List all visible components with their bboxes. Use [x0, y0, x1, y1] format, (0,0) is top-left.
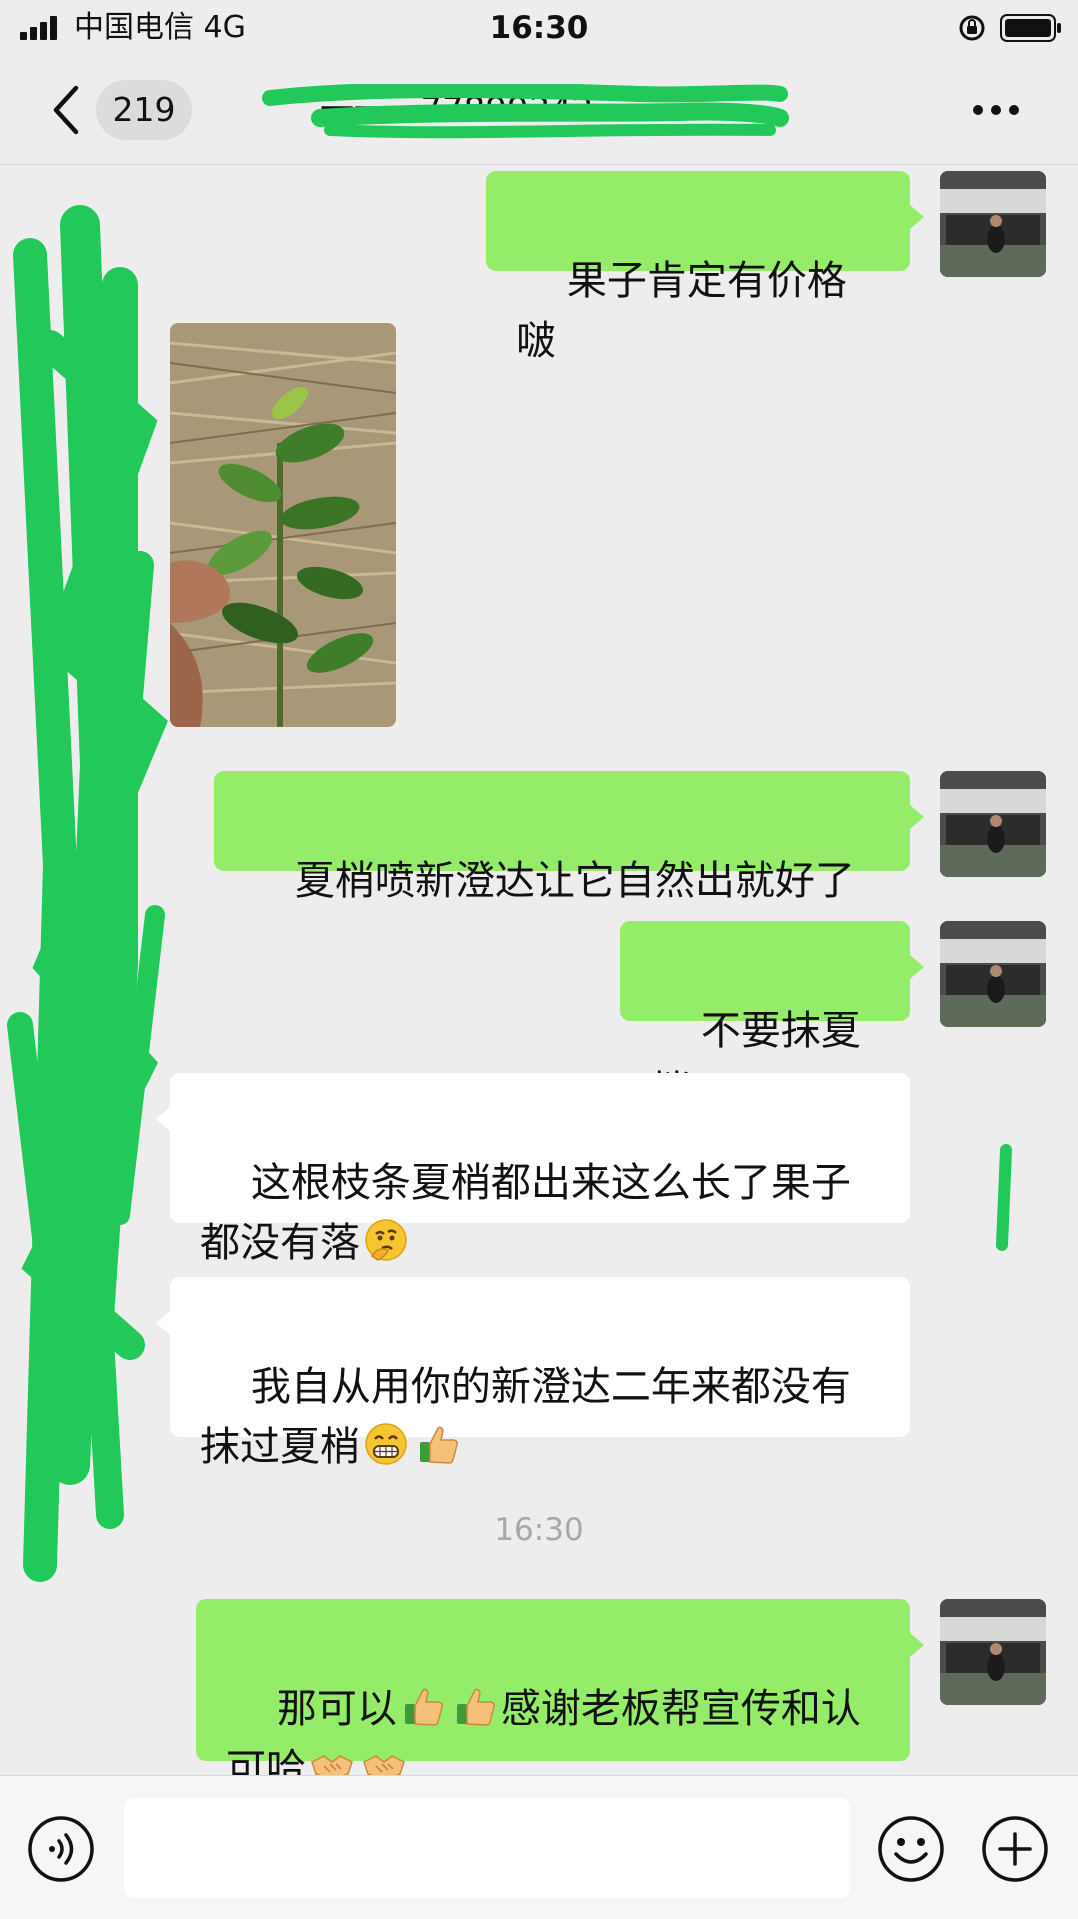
time-divider: 16:30 — [494, 1512, 584, 1548]
status-bar: 中国电信 4G 16:30 — [0, 0, 1078, 56]
unread-count-badge[interactable]: 219 — [96, 80, 192, 140]
thumbs-up-emoji-icon — [404, 1688, 443, 1726]
message-text: 感谢老板帮宣传和认 — [500, 1686, 861, 1732]
message-input[interactable] — [124, 1798, 850, 1898]
image-message[interactable] — [170, 323, 396, 727]
chat-header: 219 一一...77899342 — [0, 56, 1078, 165]
voice-input-icon[interactable] — [26, 1814, 96, 1884]
message-bubble-incoming[interactable]: 我自从用你的新澄达二年来都没有抹过夏梢 — [156, 1277, 910, 1470]
thinking-emoji-icon — [365, 1219, 407, 1261]
avatar[interactable] — [940, 171, 1046, 277]
grin-emoji-icon — [365, 1423, 407, 1465]
message-bubble-outgoing[interactable]: 不要抹夏梢 — [620, 921, 924, 1114]
avatar[interactable] — [940, 921, 1046, 1027]
message-text: 抹过夏梢 — [200, 1424, 360, 1470]
avatar[interactable] — [940, 1599, 1046, 1705]
message-bubble-outgoing[interactable]: 夏梢喷新澄达让它自然出就好了 — [214, 771, 924, 904]
title-redaction-scribble — [262, 84, 789, 139]
message-text: 夏梢喷新澄达让它自然出就好了 — [294, 858, 855, 904]
thumbs-up-emoji-icon — [420, 1426, 458, 1464]
more-actions-plus-icon[interactable] — [980, 1814, 1050, 1884]
battery-icon — [1000, 14, 1061, 42]
avatar[interactable] — [940, 771, 1046, 877]
status-time: 16:30 — [489, 10, 589, 46]
thumbs-up-emoji-icon — [456, 1688, 495, 1726]
message-text: 我自从用你的新澄达二年来都没有 — [250, 1364, 851, 1410]
message-bubble-outgoing[interactable]: 那可以 感谢老板帮宣传和认 可哈 — [196, 1599, 924, 1792]
input-bar — [0, 1775, 1078, 1919]
emoji-picker-icon[interactable] — [876, 1814, 946, 1884]
message-text: 这根枝条夏梢都出来这么长了果子 都没有落 — [200, 1160, 851, 1266]
plant-photo — [170, 323, 396, 727]
message-bubble-incoming[interactable]: 这根枝条夏梢都出来这么长了果子 都没有落 — [156, 1073, 910, 1266]
more-options-icon[interactable] — [966, 92, 1026, 128]
rotation-lock-icon — [959, 15, 985, 41]
message-bubble-outgoing[interactable]: 果子肯定有价格啵 — [486, 171, 924, 364]
message-text: 那可以 — [276, 1686, 397, 1732]
message-text: 果子肯定有价格啵 — [516, 258, 847, 364]
back-icon[interactable] — [48, 84, 84, 136]
message-list: 果子肯定有价格啵 夏梢喷新澄达让它自然出就好了 不要抹夏 这根枝条夏梢都出来这么… — [0, 165, 1078, 1792]
